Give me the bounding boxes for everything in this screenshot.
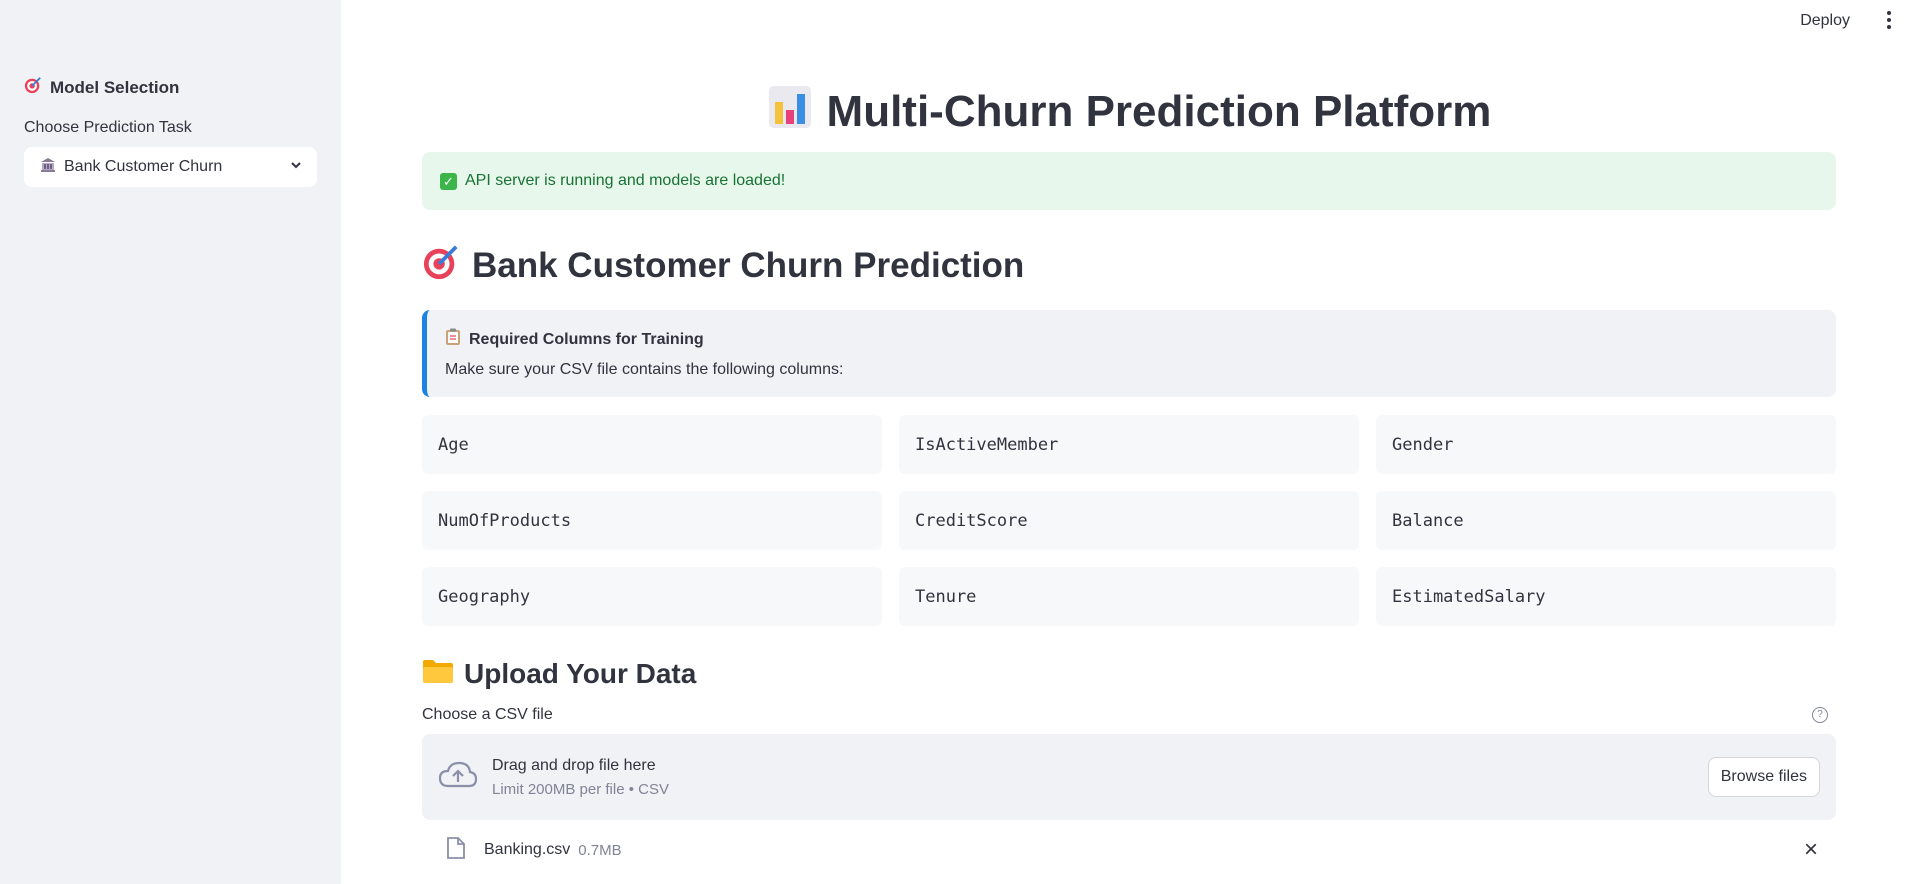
file-uploader-label: Choose a CSV file ? xyxy=(422,706,1836,724)
select-value: Bank Customer Churn xyxy=(64,158,223,175)
clipboard-icon xyxy=(445,328,461,351)
column-item: NumOfProducts xyxy=(422,491,882,550)
select-label: Choose Prediction Task xyxy=(24,119,192,136)
kebab-menu-icon[interactable] xyxy=(1878,8,1900,32)
check-icon: ✓ xyxy=(440,172,457,190)
uploaded-file-row: Banking.csv 0.7MB × xyxy=(422,834,1836,866)
target-icon xyxy=(422,243,460,290)
column-item: Gender xyxy=(1376,415,1836,474)
section-title-text: Bank Customer Churn Prediction xyxy=(472,246,1025,285)
file-size: 0.7MB xyxy=(578,841,622,859)
column-item: Geography xyxy=(422,567,882,626)
help-icon[interactable]: ? xyxy=(1812,707,1828,723)
prediction-task-select[interactable]: Bank Customer Churn xyxy=(24,147,317,187)
column-item: CreditScore xyxy=(899,491,1359,550)
dropzone-text: Drag and drop file here Limit 200MB per … xyxy=(492,757,1708,798)
info-title-text: Required Columns for Training xyxy=(469,330,704,348)
column-item: EstimatedSalary xyxy=(1376,567,1836,626)
upload-title-text: Upload Your Data xyxy=(464,658,697,689)
columns-grid: Age IsActiveMember Gender NumOfProducts … xyxy=(422,415,1836,626)
dropzone-limit: Limit 200MB per file • CSV xyxy=(492,780,669,798)
target-icon xyxy=(24,76,42,99)
column-item: Tenure xyxy=(899,567,1359,626)
status-alert: ✓ API server is running and models are l… xyxy=(422,152,1836,210)
info-body: Make sure your CSV file contains the fol… xyxy=(445,361,844,378)
page-title-text: Multi-Churn Prediction Platform xyxy=(826,87,1492,136)
browse-files-button[interactable]: Browse files xyxy=(1707,757,1820,797)
bank-icon xyxy=(40,157,56,178)
main-content: Multi-Churn Prediction Platform ✓ API se… xyxy=(422,0,1836,866)
cloud-upload-icon xyxy=(438,760,478,795)
status-message: API server is running and models are loa… xyxy=(465,172,786,189)
file-dropzone[interactable]: Drag and drop file here Limit 200MB per … xyxy=(422,734,1836,820)
column-item: IsActiveMember xyxy=(899,415,1359,474)
close-icon[interactable]: × xyxy=(1804,838,1818,862)
chevron-down-icon xyxy=(289,158,303,177)
dropzone-instructions: Drag and drop file here xyxy=(492,756,656,774)
upload-title: Upload Your Data xyxy=(422,656,1836,692)
info-box: Required Columns for Training Make sure … xyxy=(422,310,1836,397)
sidebar-heading-text: Model Selection xyxy=(50,77,180,97)
folder-icon xyxy=(422,658,454,691)
upload-label-text: Choose a CSV file xyxy=(422,706,553,723)
file-name: Banking.csv xyxy=(484,841,571,858)
column-item: Age xyxy=(422,415,882,474)
file-icon xyxy=(446,836,466,865)
info-title: Required Columns for Training xyxy=(445,328,1836,351)
sidebar-heading: Model Selection xyxy=(24,76,317,99)
column-item: Balance xyxy=(1376,491,1836,550)
bar-chart-icon xyxy=(767,84,813,141)
page-title: Multi-Churn Prediction Platform xyxy=(422,84,1836,140)
section-title: Bank Customer Churn Prediction xyxy=(422,244,1836,288)
sidebar: Model Selection Choose Prediction Task B… xyxy=(0,0,341,884)
